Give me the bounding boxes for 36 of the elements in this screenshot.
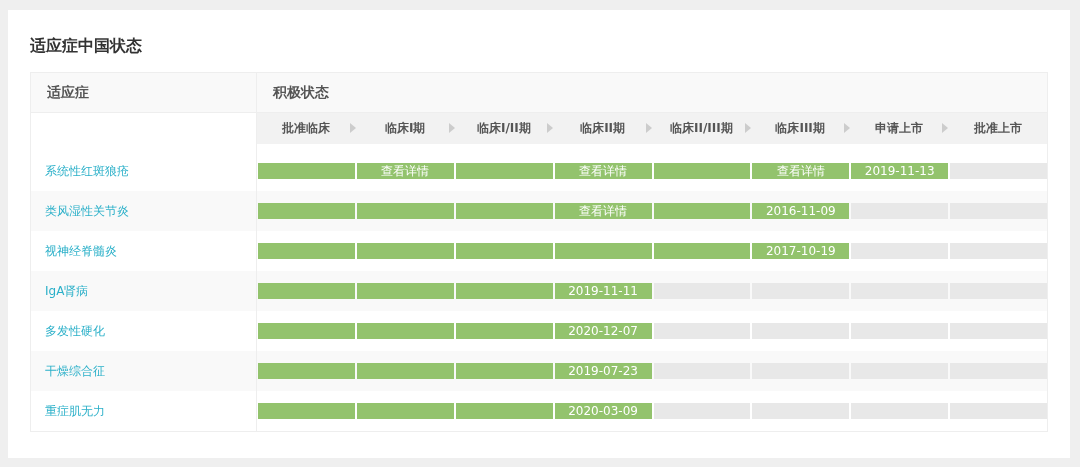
phase-label: 临床I/II期 bbox=[477, 120, 531, 137]
column-header: 适应症 bbox=[47, 83, 89, 102]
indication-link[interactable]: 多发性硬化 bbox=[45, 322, 105, 340]
arrow-icon bbox=[744, 123, 751, 133]
indication-link[interactable]: 干燥综合征 bbox=[45, 362, 105, 380]
indication-link[interactable]: IgA肾病 bbox=[45, 282, 89, 300]
progress-bar[interactable]: 查看详情 bbox=[554, 163, 652, 179]
phase-label: 申请上市 bbox=[874, 120, 923, 137]
indication-link[interactable]: 视神经脊髓炎 bbox=[45, 242, 117, 260]
progress-bar[interactable]: 查看详情 bbox=[554, 203, 652, 219]
progress-bar[interactable]: 2017-10-19 bbox=[752, 243, 850, 259]
phase-label: 批准临床 bbox=[282, 120, 331, 137]
indication-link[interactable]: 类风湿性关节炎 bbox=[45, 202, 129, 220]
progress-bar[interactable]: 查看详情 bbox=[356, 163, 454, 179]
phase-label: 临床II/III期 bbox=[670, 120, 733, 137]
progress-bar[interactable]: 2020-12-07 bbox=[554, 323, 652, 339]
progress-bar[interactable]: 2016-11-09 bbox=[752, 203, 850, 219]
arrow-icon bbox=[349, 123, 356, 133]
arrow-icon bbox=[646, 123, 652, 133]
progress-bar[interactable]: 2019-07-23 bbox=[554, 363, 652, 379]
indication-link[interactable]: 系统性红斑狼疮 bbox=[45, 162, 129, 180]
progress-bar[interactable]: 2019-11-11 bbox=[554, 283, 652, 299]
phase-label: 临床II期 bbox=[580, 120, 626, 137]
progress-bar[interactable]: 2019-11-13 bbox=[851, 163, 949, 179]
phase-label: 临床III期 bbox=[775, 120, 825, 137]
arrow-icon bbox=[942, 123, 949, 133]
indication-link[interactable]: 重症肌无力 bbox=[45, 402, 105, 420]
progress-bar[interactable]: 查看详情 bbox=[752, 163, 850, 179]
section-title: 适应症中国状态 bbox=[30, 36, 143, 57]
phase-label: 批准上市 bbox=[973, 120, 1022, 137]
phase-label: 临床I期 bbox=[384, 120, 426, 137]
progress-bar[interactable]: 2020-03-09 bbox=[554, 403, 652, 419]
arrow-icon bbox=[448, 123, 455, 133]
arrow-icon bbox=[843, 123, 850, 133]
column-header: 积极状态 bbox=[273, 83, 329, 102]
arrow-icon bbox=[547, 123, 554, 133]
